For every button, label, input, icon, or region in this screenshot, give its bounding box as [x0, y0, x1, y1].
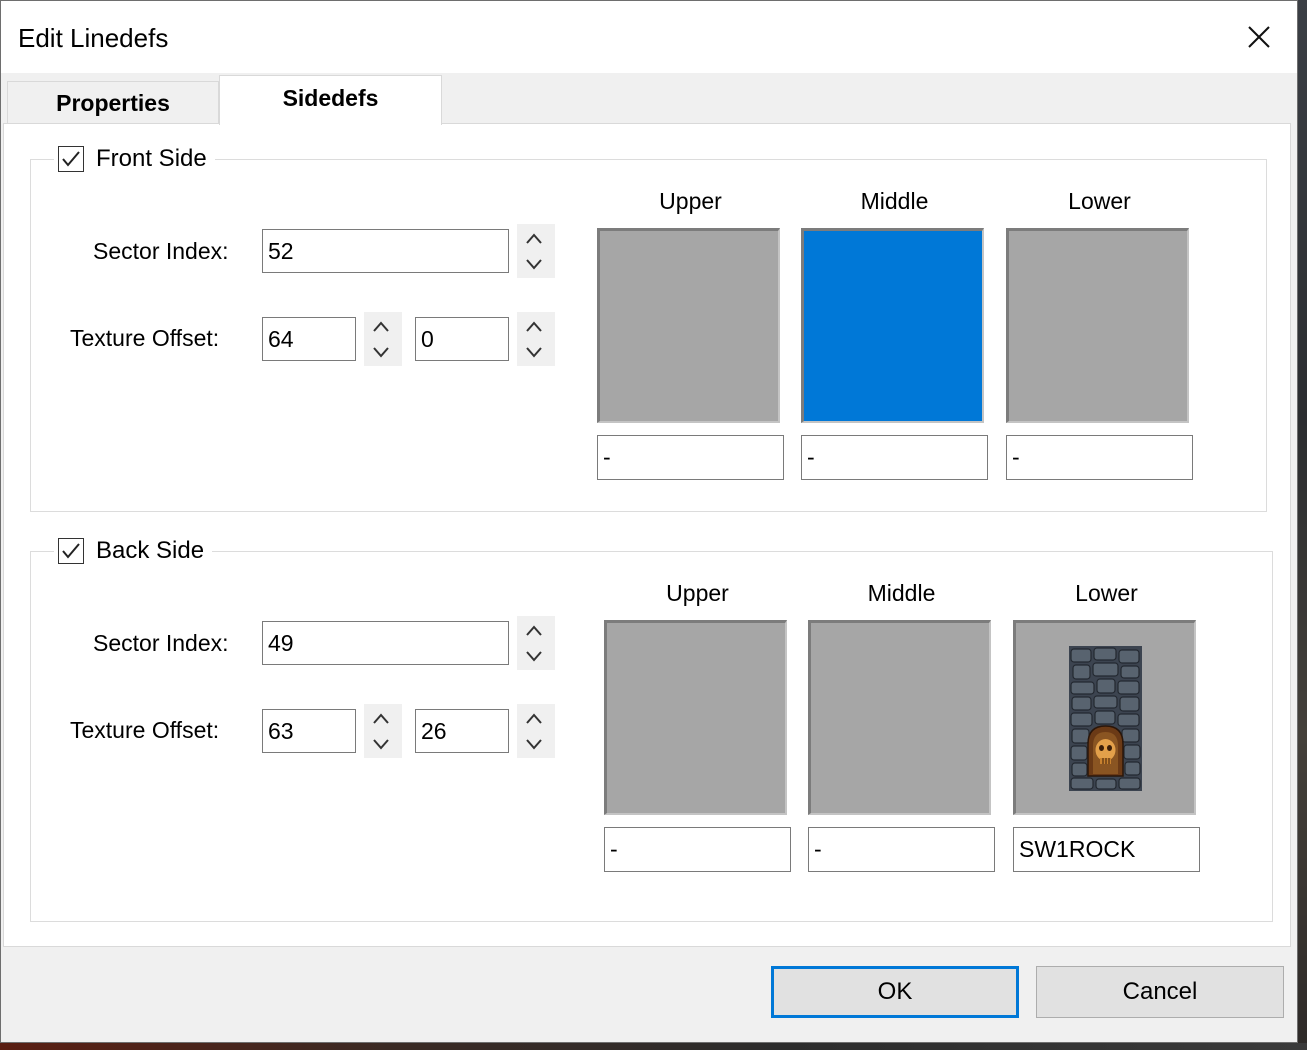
back-side-checkbox[interactable]	[58, 538, 84, 564]
spin-down-icon	[373, 347, 389, 358]
front-sector-index-spinner[interactable]	[517, 224, 555, 278]
back-offset-x-spinner[interactable]	[364, 704, 402, 758]
front-lower-label: Lower	[1068, 188, 1131, 214]
sidedefs-panel: Front Side Sector Index: Texture Offset:	[3, 123, 1291, 947]
back-upper-texture-preview[interactable]	[604, 620, 787, 815]
spin-down-icon	[526, 739, 542, 750]
back-middle-texture-preview[interactable]	[808, 620, 991, 815]
front-texture-offset-label: Texture Offset:	[70, 325, 220, 351]
spin-down-icon	[526, 347, 542, 358]
spin-up-icon	[526, 625, 542, 636]
close-icon	[1248, 26, 1270, 48]
front-upper-texture-preview[interactable]	[597, 228, 780, 423]
back-offset-x-input[interactable]	[262, 709, 356, 753]
back-sector-index-input[interactable]	[262, 621, 509, 665]
front-side-legend: Front Side	[54, 142, 215, 176]
back-sector-index-spinner[interactable]	[517, 616, 555, 670]
front-middle-label: Middle	[860, 188, 929, 214]
spin-up-icon	[373, 713, 389, 724]
front-offset-y-spinner[interactable]	[517, 312, 555, 366]
back-upper-label: Upper	[666, 580, 729, 606]
sw1rock-texture-thumbnail	[1069, 646, 1142, 791]
tab-properties[interactable]: Properties	[7, 81, 219, 125]
back-upper-texture-input[interactable]	[604, 827, 791, 872]
back-side-label: Back Side	[96, 537, 205, 564]
tab-sidedefs[interactable]: Sidedefs	[219, 75, 442, 125]
front-sector-index-input[interactable]	[262, 229, 509, 273]
front-offset-x-spinner[interactable]	[364, 312, 402, 366]
edit-linedefs-dialog: Edit Linedefs Properties Sidedefs Front …	[0, 0, 1298, 1043]
back-offset-y-spinner[interactable]	[517, 704, 555, 758]
front-middle-texture-input[interactable]	[801, 435, 988, 480]
front-upper-label: Upper	[659, 188, 722, 214]
checkmark-icon	[62, 543, 80, 559]
back-offset-y-input[interactable]	[415, 709, 509, 753]
spin-down-icon	[526, 651, 542, 662]
title-bar: Edit Linedefs	[1, 1, 1297, 73]
spin-up-icon	[526, 233, 542, 244]
front-middle-texture-preview[interactable]	[801, 228, 984, 423]
spin-down-icon	[373, 739, 389, 750]
front-upper-texture-input[interactable]	[597, 435, 784, 480]
back-middle-texture-input[interactable]	[808, 827, 995, 872]
spin-up-icon	[373, 321, 389, 332]
spin-up-icon	[526, 713, 542, 724]
backdrop-map-bottom	[0, 1043, 1307, 1050]
front-side-checkbox[interactable]	[58, 146, 84, 172]
front-lower-texture-preview[interactable]	[1006, 228, 1189, 423]
spin-down-icon	[526, 259, 542, 270]
back-lower-texture-input[interactable]	[1013, 827, 1200, 872]
front-lower-texture-input[interactable]	[1006, 435, 1193, 480]
front-side-label: Front Side	[96, 145, 207, 172]
cancel-button[interactable]: Cancel	[1036, 966, 1284, 1018]
back-lower-label: Lower	[1075, 580, 1138, 606]
front-offset-y-input[interactable]	[415, 317, 509, 361]
back-sector-index-label: Sector Index:	[93, 630, 229, 656]
dialog-title: Edit Linedefs	[18, 23, 169, 53]
back-middle-label: Middle	[867, 580, 936, 606]
front-sector-index-label: Sector Index:	[93, 238, 229, 264]
ok-button[interactable]: OK	[771, 966, 1019, 1018]
back-side-legend: Back Side	[54, 534, 213, 568]
backdrop-map-edge	[1298, 0, 1307, 1050]
back-texture-offset-label: Texture Offset:	[70, 717, 220, 743]
back-lower-texture-preview[interactable]	[1013, 620, 1196, 815]
spin-up-icon	[526, 321, 542, 332]
close-button[interactable]	[1219, 1, 1299, 73]
checkmark-icon	[62, 151, 80, 167]
front-offset-x-input[interactable]	[262, 317, 356, 361]
